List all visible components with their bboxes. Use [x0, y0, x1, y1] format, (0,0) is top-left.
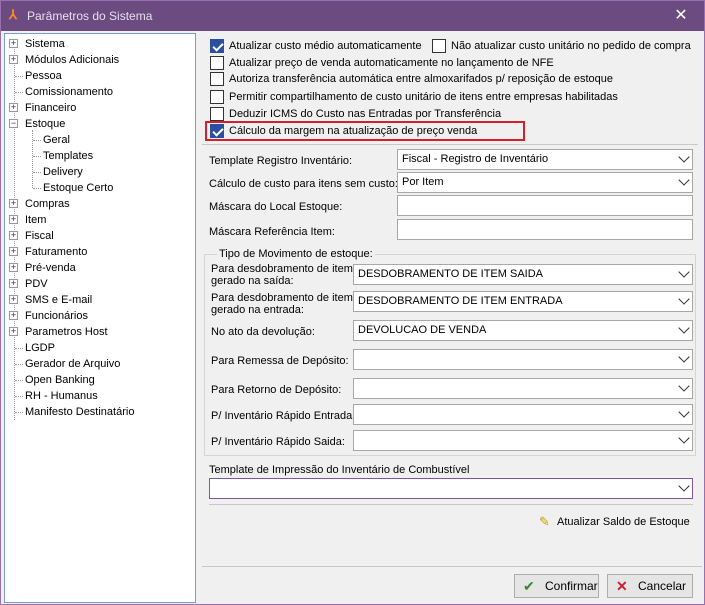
- expand-icon[interactable]: +: [9, 311, 18, 320]
- checkbox-box[interactable]: [210, 107, 224, 121]
- checkbox-box[interactable]: [210, 72, 224, 86]
- template-registro-select[interactable]: Fiscal - Registro de Inventário: [397, 149, 693, 170]
- mov-devolucao-select[interactable]: DEVOLUCAO DE VENDA: [353, 320, 693, 341]
- window-title: Parâmetros do Sistema: [27, 9, 153, 23]
- confirmar-button[interactable]: ✔ Confirmar: [514, 574, 599, 598]
- chevron-down-icon[interactable]: [678, 432, 690, 444]
- expand-icon[interactable]: +: [9, 215, 18, 224]
- divider: [209, 504, 693, 505]
- expand-icon[interactable]: +: [9, 247, 18, 256]
- combustivel-label: Template de Impressão do Inventário de C…: [209, 464, 470, 476]
- checkbox-box[interactable]: [210, 56, 224, 70]
- chevron-down-icon[interactable]: [678, 266, 690, 278]
- calculo-custo-select[interactable]: Por Item: [397, 172, 693, 193]
- mov-devolucao-label: No ato da devolução:: [211, 326, 315, 338]
- expand-icon[interactable]: +: [9, 199, 18, 208]
- mov-saida-label: Para desdobramento de item gerado na saí…: [211, 263, 353, 287]
- mascara-local-label: Máscara do Local Estoque:: [209, 201, 343, 213]
- mov-retorno-select[interactable]: [353, 378, 693, 399]
- pencil-icon: ✎: [539, 514, 550, 529]
- mov-remessa-select[interactable]: [353, 349, 693, 370]
- app-logo-icon: ⅄: [9, 7, 17, 22]
- checkbox-box[interactable]: [432, 39, 446, 53]
- mov-inv-saida-select[interactable]: [353, 430, 693, 451]
- cancelar-button[interactable]: ✕ Cancelar: [607, 574, 693, 598]
- template-registro-label: Template Registro Inventário:: [209, 155, 353, 167]
- expand-icon[interactable]: +: [9, 279, 18, 288]
- mascara-ref-input[interactable]: [397, 219, 693, 240]
- mov-inv-entrada-label: P/ Inventário Rápido Entrada:: [211, 410, 356, 422]
- chevron-down-icon[interactable]: [678, 480, 690, 492]
- cross-icon: ✕: [616, 578, 628, 594]
- parametros-window: ⅄ Parâmetros do Sistema ✕ + Sistema + Mó…: [0, 0, 705, 605]
- expand-icon[interactable]: +: [9, 295, 18, 304]
- collapse-icon[interactable]: −: [9, 119, 18, 128]
- divider: [202, 566, 702, 567]
- settings-tree[interactable]: + Sistema + Módulos Adicionais Pessoa Co…: [4, 33, 196, 603]
- checkbox-box[interactable]: [210, 90, 224, 104]
- expand-icon[interactable]: +: [9, 39, 18, 48]
- movimento-title: Tipo de Movimento de estoque:: [217, 248, 375, 260]
- mov-retorno-label: Para Retorno de Depósito:: [211, 384, 342, 396]
- mov-remessa-label: Para Remessa de Depósito:: [211, 355, 349, 367]
- mascara-ref-label: Máscara Referência Item:: [209, 226, 335, 238]
- close-icon[interactable]: ✕: [658, 1, 704, 31]
- mov-saida-select[interactable]: DESDOBRAMENTO DE ITEM SAIDA: [353, 264, 693, 285]
- checkbox-box[interactable]: [210, 39, 224, 53]
- expand-icon[interactable]: +: [9, 231, 18, 240]
- mov-entrada-select[interactable]: DESDOBRAMENTO DE ITEM ENTRADA: [353, 291, 693, 312]
- expand-icon[interactable]: +: [9, 327, 18, 336]
- mascara-local-input[interactable]: [397, 195, 693, 216]
- chevron-down-icon[interactable]: [678, 322, 690, 334]
- chevron-down-icon[interactable]: [678, 406, 690, 418]
- chevron-down-icon[interactable]: [678, 151, 690, 163]
- expand-icon[interactable]: +: [9, 55, 18, 64]
- combustivel-select[interactable]: [209, 478, 693, 499]
- chevron-down-icon[interactable]: [678, 293, 690, 305]
- chevron-down-icon[interactable]: [678, 351, 690, 363]
- divider: [202, 144, 698, 145]
- title-bar: ⅄ Parâmetros do Sistema ✕: [1, 1, 704, 31]
- mov-inv-entrada-select[interactable]: [353, 404, 693, 425]
- chevron-down-icon[interactable]: [678, 380, 690, 392]
- chevron-down-icon[interactable]: [678, 174, 690, 186]
- calculo-custo-label: Cálculo de custo para itens sem custo:: [209, 178, 398, 190]
- highlight-box: [205, 121, 525, 141]
- mov-entrada-label: Para desdobramento de item gerado na ent…: [211, 292, 353, 316]
- expand-icon[interactable]: +: [9, 103, 18, 112]
- check-icon: ✔: [523, 578, 535, 594]
- expand-icon[interactable]: +: [9, 263, 18, 272]
- mov-inv-saida-label: P/ Inventário Rápido Saida:: [211, 436, 345, 448]
